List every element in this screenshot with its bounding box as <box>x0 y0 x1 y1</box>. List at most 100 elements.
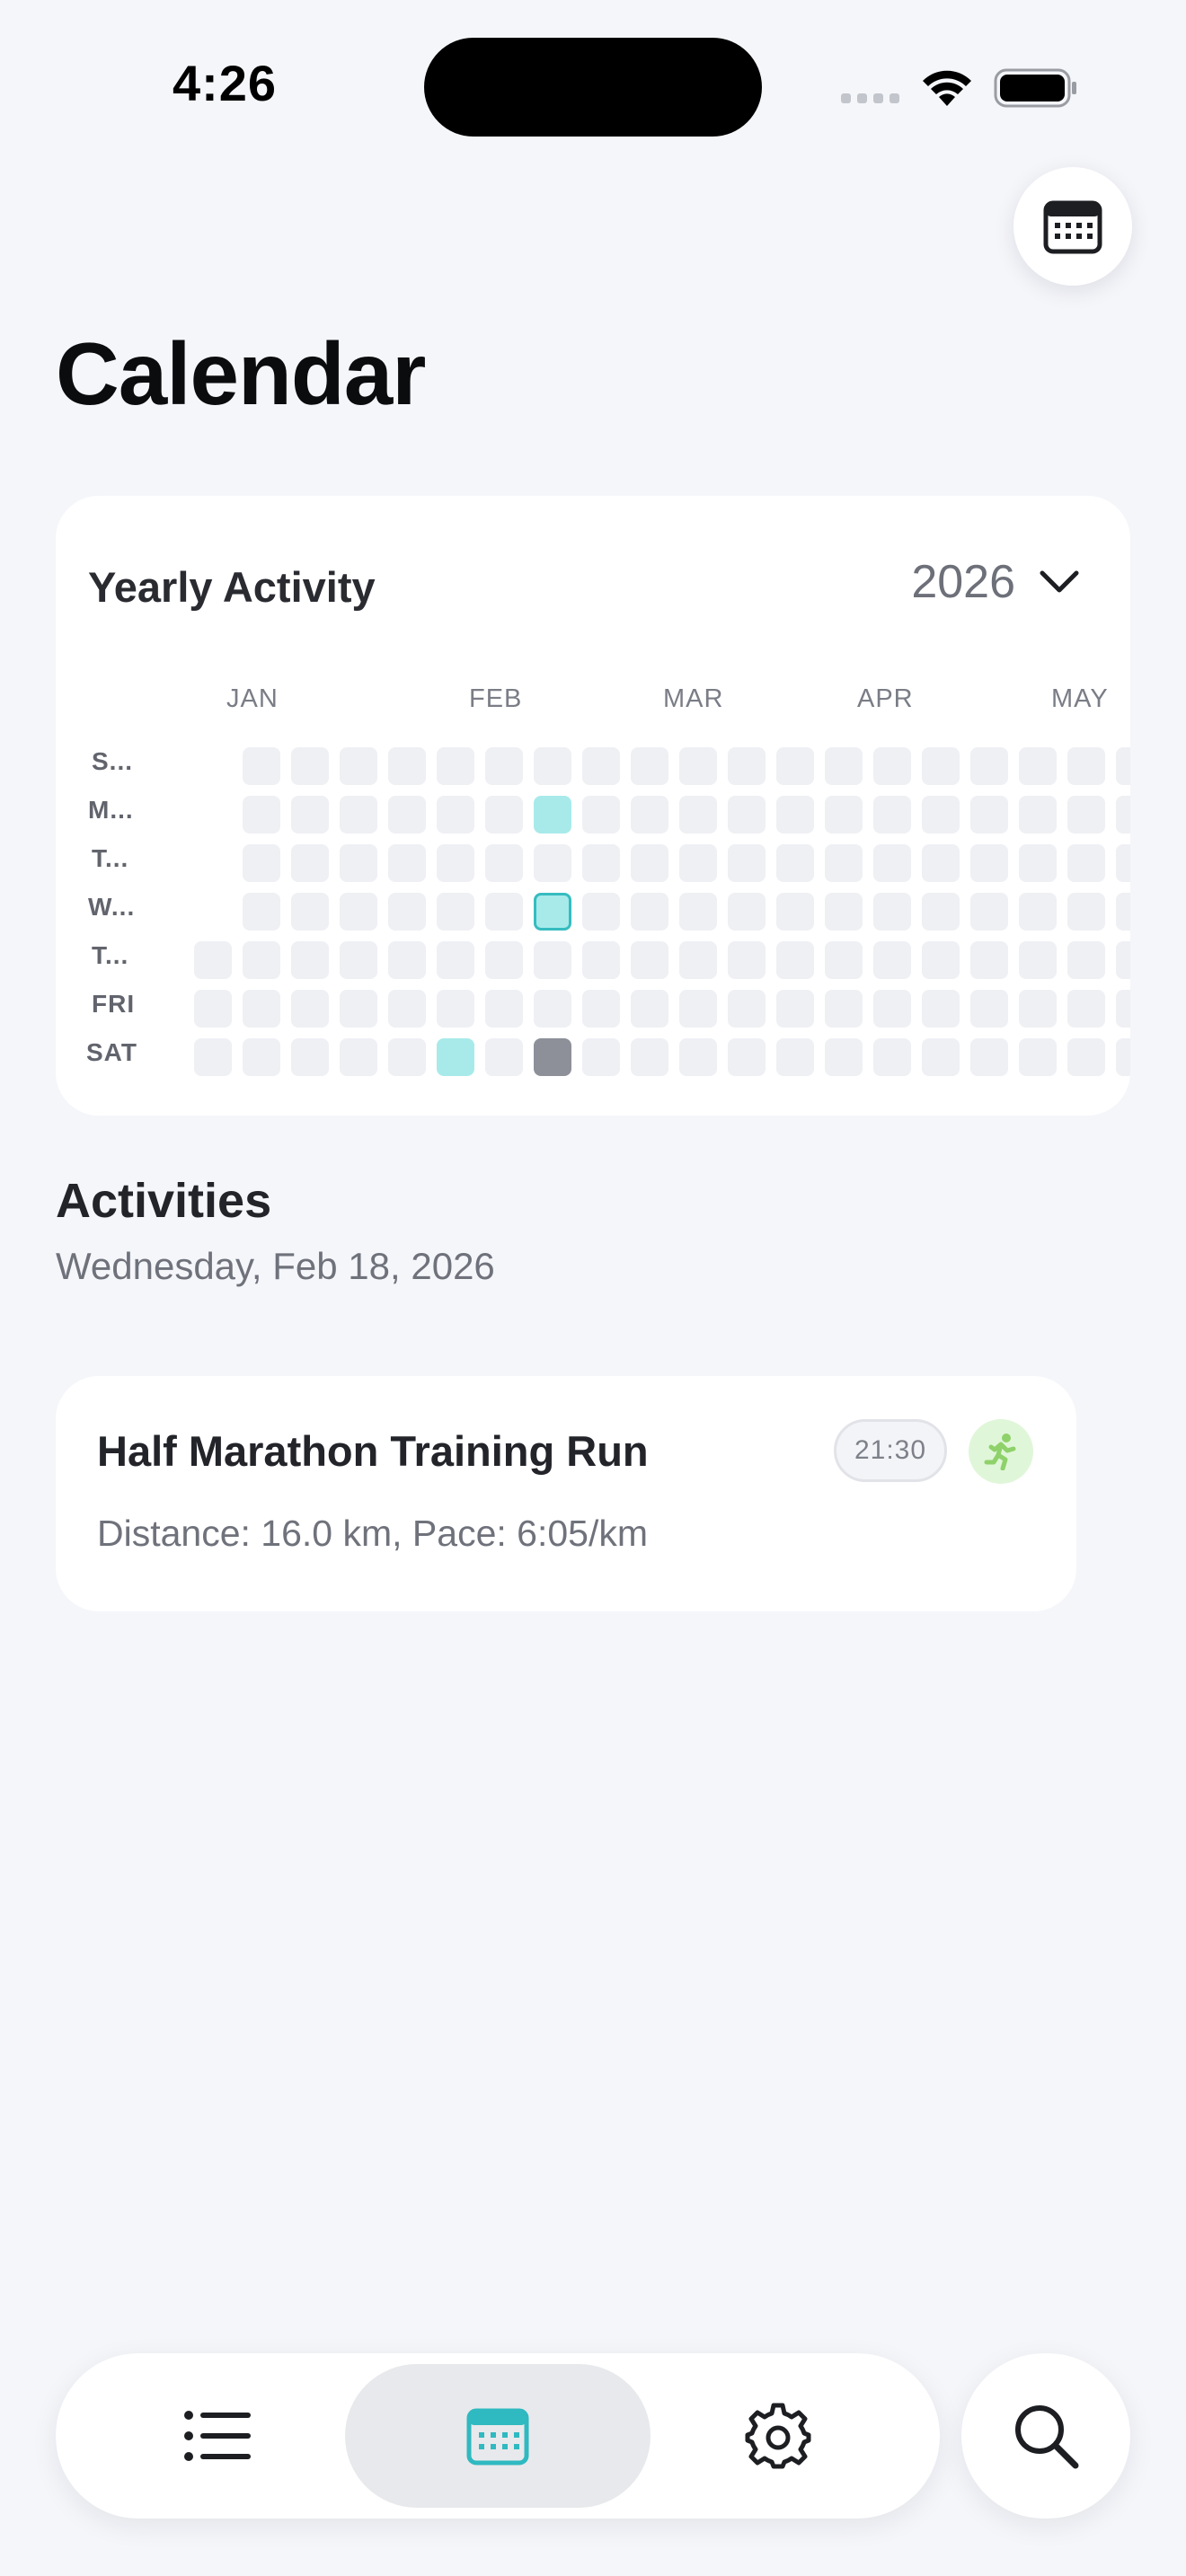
heatmap-cell[interactable] <box>1019 893 1057 931</box>
heatmap-cell[interactable] <box>582 844 620 882</box>
heatmap-cell[interactable] <box>825 990 863 1028</box>
heatmap-cell[interactable] <box>485 941 523 979</box>
heatmap-cell[interactable] <box>631 941 668 979</box>
heatmap-cell[interactable] <box>291 990 329 1028</box>
heatmap-cell[interactable] <box>728 893 766 931</box>
heatmap-cell[interactable] <box>437 747 474 785</box>
heatmap-cell[interactable] <box>243 796 280 834</box>
heatmap-cell[interactable] <box>437 941 474 979</box>
heatmap-cell[interactable] <box>437 893 474 931</box>
heatmap-cell[interactable] <box>243 893 280 931</box>
heatmap-cell[interactable] <box>388 796 426 834</box>
heatmap-cell[interactable] <box>1019 844 1057 882</box>
heatmap-cell[interactable] <box>1116 990 1130 1028</box>
heatmap-cell[interactable] <box>873 747 911 785</box>
heatmap-cell[interactable] <box>485 844 523 882</box>
heatmap-cell[interactable] <box>1019 747 1057 785</box>
heatmap-cell[interactable] <box>825 893 863 931</box>
heatmap-cell[interactable] <box>291 747 329 785</box>
heatmap-cell[interactable] <box>776 796 814 834</box>
heatmap-cell[interactable] <box>485 990 523 1028</box>
heatmap-cell-active[interactable] <box>437 1038 474 1076</box>
heatmap-cell[interactable] <box>291 844 329 882</box>
heatmap-cell[interactable] <box>922 844 960 882</box>
heatmap-cell[interactable] <box>485 747 523 785</box>
heatmap-cell[interactable] <box>243 990 280 1028</box>
heatmap-cell[interactable] <box>1067 893 1105 931</box>
tab-settings[interactable] <box>625 2364 931 2508</box>
heatmap-cell[interactable] <box>776 844 814 882</box>
heatmap-cell[interactable] <box>582 747 620 785</box>
heatmap-cell[interactable] <box>582 1038 620 1076</box>
heatmap-cell[interactable] <box>582 796 620 834</box>
heatmap-cell[interactable] <box>1019 1038 1057 1076</box>
heatmap-cell[interactable] <box>582 990 620 1028</box>
heatmap-cell[interactable] <box>631 1038 668 1076</box>
heatmap-cell[interactable] <box>873 796 911 834</box>
heatmap-cell[interactable] <box>776 1038 814 1076</box>
heatmap-cell[interactable] <box>970 747 1008 785</box>
heatmap-cell[interactable] <box>388 990 426 1028</box>
heatmap-cell[interactable] <box>1116 796 1130 834</box>
heatmap-cell[interactable] <box>922 1038 960 1076</box>
heatmap-cell[interactable] <box>582 941 620 979</box>
heatmap-cell[interactable] <box>1067 941 1105 979</box>
heatmap-cell[interactable] <box>1067 747 1105 785</box>
heatmap-cell[interactable] <box>437 990 474 1028</box>
heatmap-cell[interactable] <box>437 844 474 882</box>
heatmap-cell[interactable] <box>291 796 329 834</box>
heatmap-cell[interactable] <box>873 941 911 979</box>
heatmap-cell[interactable] <box>970 893 1008 931</box>
heatmap-cell[interactable] <box>728 990 766 1028</box>
heatmap-cell[interactable] <box>873 893 911 931</box>
heatmap-cell[interactable] <box>728 844 766 882</box>
heatmap-cell[interactable] <box>873 1038 911 1076</box>
heatmap-cell[interactable] <box>1067 990 1105 1028</box>
heatmap-cell[interactable] <box>1019 796 1057 834</box>
heatmap-cell[interactable] <box>922 941 960 979</box>
heatmap-cell[interactable] <box>1019 990 1057 1028</box>
heatmap-cell[interactable] <box>388 747 426 785</box>
heatmap-cell[interactable] <box>679 990 717 1028</box>
heatmap-cell[interactable] <box>243 844 280 882</box>
heatmap-cell-today[interactable] <box>534 1038 571 1076</box>
heatmap-cell[interactable] <box>1116 941 1130 979</box>
heatmap-cell[interactable] <box>728 1038 766 1076</box>
heatmap-cell[interactable] <box>485 1038 523 1076</box>
heatmap-cell[interactable] <box>679 893 717 931</box>
heatmap-cell[interactable] <box>291 893 329 931</box>
calendar-view-button[interactable] <box>1013 167 1132 286</box>
heatmap-cell[interactable] <box>922 796 960 834</box>
heatmap-cell[interactable] <box>291 1038 329 1076</box>
heatmap-cell[interactable] <box>679 1038 717 1076</box>
heatmap-cell[interactable] <box>1116 747 1130 785</box>
heatmap-cell[interactable] <box>1116 844 1130 882</box>
heatmap-cell[interactable] <box>728 796 766 834</box>
heatmap-cell[interactable] <box>1116 893 1130 931</box>
heatmap-cell[interactable] <box>582 893 620 931</box>
heatmap-cell[interactable] <box>825 941 863 979</box>
heatmap-cell[interactable] <box>873 844 911 882</box>
heatmap-cell[interactable] <box>970 990 1008 1028</box>
heatmap-cell[interactable] <box>679 796 717 834</box>
heatmap-cell[interactable] <box>1067 796 1105 834</box>
heatmap-cell[interactable] <box>922 893 960 931</box>
heatmap-cell[interactable] <box>970 796 1008 834</box>
year-selector[interactable]: 2026 <box>911 555 1080 609</box>
heatmap-cell[interactable] <box>388 1038 426 1076</box>
tab-calendar[interactable] <box>345 2364 651 2508</box>
heatmap-cell[interactable] <box>291 941 329 979</box>
heatmap-cell[interactable] <box>1116 1038 1130 1076</box>
heatmap-cell[interactable] <box>679 844 717 882</box>
heatmap-cell[interactable] <box>970 941 1008 979</box>
heatmap-cell[interactable] <box>631 893 668 931</box>
heatmap-cell-active[interactable] <box>534 796 571 834</box>
heatmap-cell[interactable] <box>825 844 863 882</box>
heatmap-cell[interactable] <box>485 893 523 931</box>
heatmap-cell[interactable] <box>679 941 717 979</box>
heatmap-cell[interactable] <box>825 1038 863 1076</box>
tab-list[interactable] <box>56 2364 379 2508</box>
heatmap-cell[interactable] <box>243 1038 280 1076</box>
heatmap-cell[interactable] <box>825 796 863 834</box>
heatmap-cell[interactable] <box>631 844 668 882</box>
